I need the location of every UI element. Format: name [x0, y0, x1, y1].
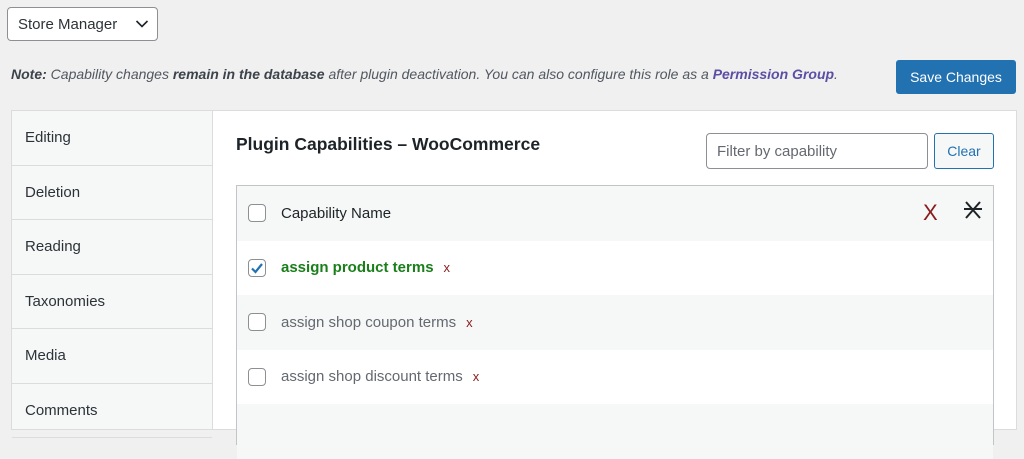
capability-checkbox[interactable] — [248, 367, 266, 386]
filter-capability-input[interactable]: Filter by capability — [706, 133, 928, 169]
capability-label: assign shop discount terms x — [281, 368, 479, 385]
table-row: assign product terms x — [237, 241, 993, 296]
capability-label: assign shop coupon terms x — [281, 314, 473, 331]
permission-group-link[interactable]: Permission Group — [713, 66, 834, 82]
sidebar: Editing Deletion Reading Taxonomies Medi… — [12, 111, 213, 438]
clear-filter-button[interactable]: Clear — [934, 133, 994, 169]
save-changes-button[interactable]: Save Changes — [896, 60, 1016, 94]
sidebar-item-editing[interactable]: Editing — [12, 111, 212, 166]
deny-capability-icon[interactable]: x — [473, 369, 480, 384]
deny-all-icon[interactable]: X — [923, 200, 938, 226]
note-label: Note: — [11, 66, 47, 82]
capability-table: Capability Name X assign product terms x … — [236, 185, 994, 459]
section-title: Plugin Capabilities – WooCommerce — [236, 134, 541, 154]
select-all-checkbox[interactable] — [248, 204, 266, 223]
chevron-down-icon — [127, 19, 157, 29]
note-bold: remain in the database — [172, 66, 325, 82]
sidebar-item-taxonomies[interactable]: Taxonomies — [12, 275, 212, 329]
capabilities-content: Plugin Capabilities – WooCommerce Filter… — [213, 111, 1016, 459]
capability-name: assign shop coupon terms — [281, 313, 457, 331]
capability-checkbox[interactable] — [248, 258, 266, 277]
capability-name-header: Capability Name — [281, 204, 392, 222]
sidebar-item-comments[interactable]: Comments — [12, 384, 212, 438]
table-row: assign shop discount terms x — [237, 350, 993, 405]
sidebar-item-media[interactable]: Media — [12, 329, 212, 384]
deny-capability-icon[interactable]: x — [466, 315, 473, 330]
note-part1: Capability changes — [46, 66, 173, 82]
table-row: assign shop coupon terms x — [237, 295, 993, 350]
deny-capability-icon[interactable]: x — [444, 260, 451, 275]
table-row — [237, 404, 993, 459]
note-text: Note: Capability changes remain in the d… — [11, 66, 838, 82]
role-select[interactable]: Store Manager — [7, 7, 158, 41]
clear-deny-icon[interactable] — [963, 199, 983, 227]
role-select-value: Store Manager — [18, 15, 118, 33]
capability-checkbox[interactable] — [248, 313, 266, 332]
note-part2: after plugin deactivation. You can also … — [324, 66, 713, 82]
sidebar-item-deletion[interactable]: Deletion — [12, 166, 212, 220]
table-header-row: Capability Name X — [237, 186, 993, 241]
capability-name: assign shop discount terms — [281, 368, 463, 386]
capability-label: assign product terms x — [281, 259, 450, 276]
capabilities-panel: Editing Deletion Reading Taxonomies Medi… — [11, 110, 1017, 459]
note-end: . — [834, 66, 838, 82]
capability-name: assign product terms — [281, 259, 434, 277]
sidebar-item-reading[interactable]: Reading — [12, 220, 212, 275]
